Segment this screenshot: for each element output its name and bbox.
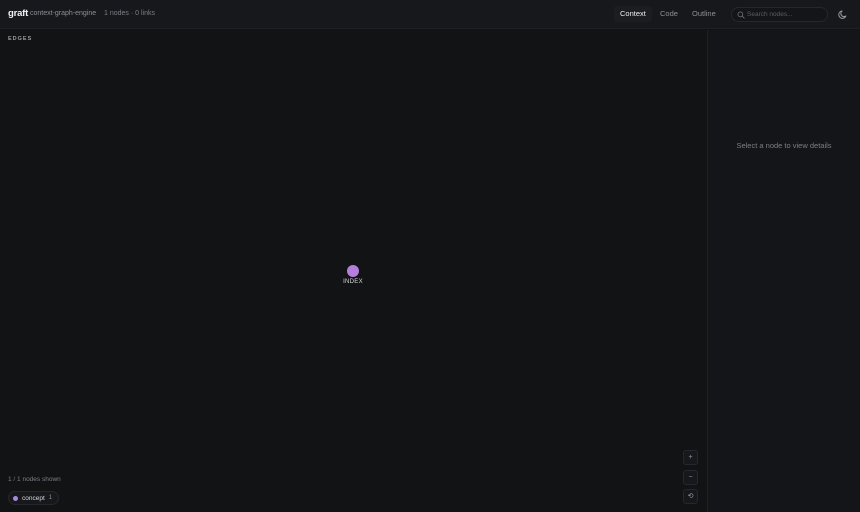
tab-outline[interactable]: Outline [686, 6, 722, 22]
legend-chip-concept[interactable]: concept 1 [8, 491, 60, 505]
graph-canvas[interactable]: EDGES INDEX 1 / 1 nodes shown concept 1 … [0, 30, 707, 512]
top-bar: graft context-graph-engine 1 nodes · 0 l… [0, 0, 860, 29]
search-icon [737, 11, 745, 19]
zoom-out-button[interactable]: − [683, 470, 698, 485]
tab-context[interactable]: Context [614, 6, 652, 22]
details-empty-message: Select a node to view details [736, 141, 832, 150]
details-panel: Select a node to view details [708, 30, 860, 512]
search-input[interactable] [747, 9, 825, 20]
legend-label: concept [22, 494, 45, 502]
tab-code[interactable]: Code [654, 6, 684, 22]
reset-view-button[interactable]: ⟲ [683, 489, 698, 504]
legend-color-dot [13, 495, 18, 501]
zoom-in-button[interactable]: + [683, 450, 698, 465]
graph-node-label: INDEX [343, 279, 363, 285]
graph-node-index[interactable] [347, 265, 359, 277]
brand-logo[interactable]: graft [8, 8, 28, 19]
edges-label: EDGES [8, 36, 33, 42]
project-name: context-graph-engine [30, 10, 97, 17]
nodes-shown-count: 1 / 1 nodes shown [8, 476, 61, 483]
legend-count: 1 [48, 495, 53, 501]
search-box[interactable] [731, 7, 828, 22]
moon-icon[interactable] [838, 9, 849, 20]
graph-stats: 1 nodes · 0 links [104, 10, 155, 17]
